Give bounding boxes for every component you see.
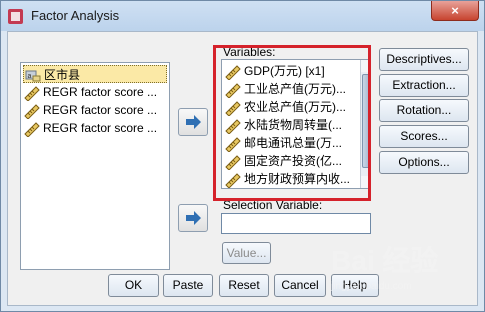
title-bar: Factor Analysis ×: [1, 1, 484, 31]
selection-variable-field[interactable]: [221, 213, 371, 234]
scores-button[interactable]: Scores...: [379, 125, 469, 148]
source-variable-list[interactable]: a 区市县 REGR factor score ... REGR factor …: [20, 62, 170, 270]
source-list-item-label: 区市县: [44, 68, 81, 82]
annotation-highlight-box: [213, 45, 371, 201]
reset-button[interactable]: Reset: [219, 274, 269, 297]
source-list-item-label: REGR factor score ...: [43, 121, 158, 135]
scale-variable-icon: [24, 104, 40, 119]
right-arrow-icon: [186, 211, 201, 225]
watermark-text: Bai 经验: [331, 245, 439, 276]
ok-button[interactable]: OK: [108, 274, 159, 297]
source-list-item-label: REGR factor score ...: [43, 85, 158, 99]
factor-analysis-dialog: Factor Analysis × a 区市县 REGR factor scor…: [0, 0, 485, 312]
source-list-item-label: REGR factor score ...: [43, 103, 158, 117]
watermark-subtext: jingyan.baidu.com: [331, 281, 412, 292]
spss-app-icon: [8, 9, 23, 24]
extraction-button[interactable]: Extraction...: [379, 74, 469, 97]
close-button[interactable]: ×: [431, 1, 479, 21]
value-button[interactable]: Value...: [222, 242, 271, 264]
scale-variable-icon: [24, 86, 40, 101]
source-list-item[interactable]: REGR factor score ...: [23, 101, 167, 119]
source-list-item[interactable]: a 区市县: [23, 65, 167, 83]
string-variable-icon: a: [25, 70, 41, 82]
right-arrow-icon: [186, 115, 201, 129]
cancel-button[interactable]: Cancel: [274, 274, 326, 297]
paste-button[interactable]: Paste: [163, 274, 213, 297]
svg-text:a: a: [28, 73, 32, 80]
rotation-button[interactable]: Rotation...: [379, 99, 469, 122]
source-list-item[interactable]: REGR factor score ...: [23, 119, 167, 137]
source-list-item[interactable]: REGR factor score ...: [23, 83, 167, 101]
move-to-selection-button[interactable]: [178, 204, 208, 232]
window-title: Factor Analysis: [31, 8, 120, 23]
baidu-jingyan-watermark: Bai 经验 jingyan.baidu.com: [331, 239, 481, 299]
move-to-variables-button[interactable]: [178, 108, 208, 136]
options-button[interactable]: Options...: [379, 151, 469, 174]
descriptives-button[interactable]: Descriptives...: [379, 48, 469, 71]
scale-variable-icon: [24, 122, 40, 137]
